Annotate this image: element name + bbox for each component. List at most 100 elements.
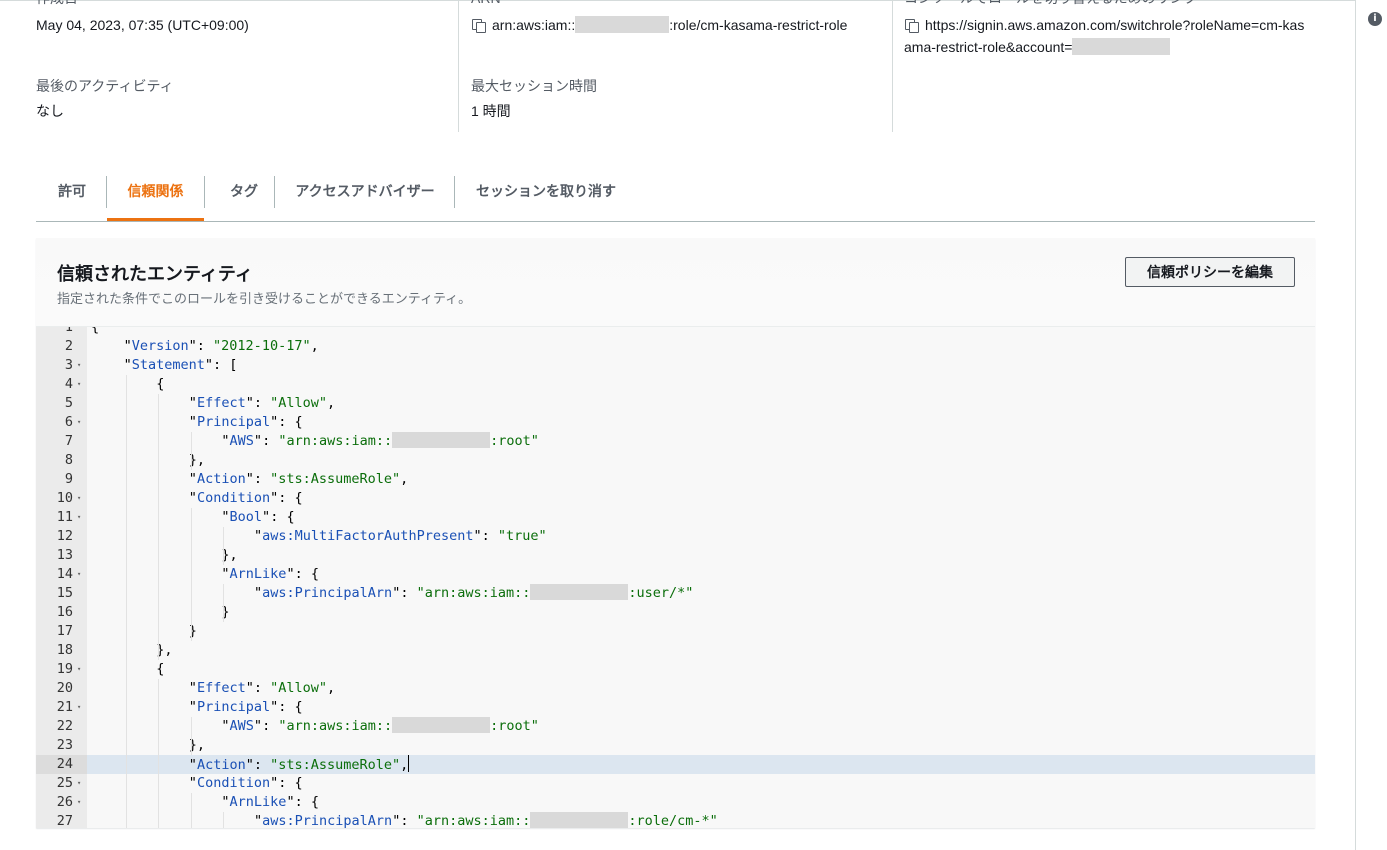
code-line[interactable]: 17} (36, 622, 1315, 641)
code-text: "AWS": "arn:aws:iam:::root" (221, 717, 539, 734)
tab-separator (454, 176, 455, 208)
edit-trust-policy-button[interactable]: 信頼ポリシーを編集 (1125, 257, 1295, 287)
code-line[interactable]: 19 ▾{ (36, 660, 1315, 679)
json-key: Effect (196, 395, 246, 411)
redacted-account-id (530, 584, 629, 600)
indent-guide (190, 508, 192, 641)
code-line[interactable]: 27 "aws:PrincipalArn": "arn:aws:iam:::rol… (36, 812, 1315, 828)
code-text: "ArnLike": { (221, 566, 319, 582)
line-number: 23 (56, 737, 73, 753)
code-text: "Bool": { (221, 509, 295, 525)
json-value: "sts:AssumeRole" (270, 757, 401, 773)
code-line[interactable]: 4 ▾{ (36, 375, 1315, 394)
json-key: Action (196, 757, 246, 773)
code-line[interactable]: 12 "aws:MultiFactorAuthPresent": "true" (36, 527, 1315, 546)
trust-policy-code-editor[interactable]: 1{2 "Version": "2012-10-17", 3 ▾ "Statement"… (36, 327, 1315, 828)
fold-toggle-icon: ▾ (77, 665, 82, 673)
code-line[interactable]: 21 ▾ "Principal": { (36, 698, 1315, 717)
tab-trust-relationships[interactable]: 信頼関係 (107, 168, 204, 221)
code-line[interactable]: 24 "Action": "sts:AssumeRole", (36, 755, 1315, 774)
json-value-prefix: "arn:aws:iam:: (416, 585, 531, 601)
code-line[interactable]: 6 ▾ "Principal": { (36, 413, 1315, 432)
max-session-value: 1 時間 (471, 103, 511, 119)
json-value-prefix: "arn:aws:iam:: (278, 433, 393, 449)
tab-permissions[interactable]: 許可 (46, 168, 98, 221)
code-text: "aws:PrincipalArn": "arn:aws:iam:::user/… (254, 584, 694, 601)
code-text: "Version": "2012-10-17", (123, 338, 319, 354)
redacted-account-id (392, 717, 491, 733)
text-cursor (408, 755, 410, 772)
json-value: "2012-10-17" (213, 338, 311, 354)
code-line[interactable]: 18}, (36, 641, 1315, 660)
json-value: "Allow" (270, 395, 328, 411)
tab-revoke-sessions[interactable]: セッションを取り消す (466, 168, 626, 221)
json-value-suffix: :root" (490, 718, 539, 734)
code-text: "Condition": { (188, 775, 303, 791)
code-line[interactable]: 16} (36, 603, 1315, 622)
code-line[interactable]: 20 "Effect": "Allow", (36, 679, 1315, 698)
tab-tags[interactable]: タグ (214, 168, 274, 221)
line-number: 8 (64, 452, 73, 468)
code-text: "Condition": { (188, 490, 303, 506)
copy-icon[interactable] (904, 18, 919, 33)
switch-link-value[interactable]: https://signin.aws.amazon.com/switchrole… (904, 14, 1324, 58)
code-line[interactable]: 15 "aws:PrincipalArn": "arn:aws:iam:::use… (36, 584, 1315, 603)
code-text: "Principal": { (188, 414, 303, 430)
json-key: AWS (229, 718, 254, 734)
copy-icon[interactable] (471, 18, 486, 33)
code-line[interactable]: 8}, (36, 451, 1315, 470)
code-line[interactable]: 9 "Action": "sts:AssumeRole", (36, 470, 1315, 489)
code-line[interactable]: 13}, (36, 546, 1315, 565)
json-key: Principal (196, 414, 271, 430)
json-key: Principal (196, 699, 271, 715)
info-icon[interactable]: i (1368, 12, 1382, 26)
code-text: "Effect": "Allow", (188, 395, 336, 411)
code-text: "Action": "sts:AssumeRole", (188, 755, 410, 773)
tab-access-advisor[interactable]: アクセスアドバイザー (286, 168, 444, 221)
summary-column-arn: ARN arn:aws:iam:::role/cm-kasama-restric… (458, 0, 878, 132)
code-line[interactable]: 14 ▾ "ArnLike": { (36, 565, 1315, 584)
code-line[interactable]: 26 ▾ "ArnLike": { (36, 793, 1315, 812)
redacted-account-id (530, 812, 629, 828)
code-line[interactable]: 11 ▾ "Bool": { (36, 508, 1315, 527)
code-line[interactable]: 3 ▾ "Statement": [ (36, 356, 1315, 375)
json-key: aws:PrincipalArn (262, 585, 393, 601)
switch-link-line1: https://signin.aws.amazon.com/switchrole… (925, 17, 1305, 33)
redacted-account-id (1072, 38, 1171, 55)
code-text: "AWS": "arn:aws:iam:::root" (221, 432, 539, 449)
redacted-account-id (392, 432, 491, 448)
code-line[interactable]: 2 "Version": "2012-10-17", (36, 337, 1315, 356)
code-line[interactable]: 23}, (36, 736, 1315, 755)
indent-guide (190, 717, 192, 755)
json-key: AWS (229, 433, 254, 449)
line-number: 16 (56, 604, 73, 620)
json-value: "sts:AssumeRole" (270, 471, 401, 487)
summary-column-switch-link: コンソールでロールを切り替えるためのリンク https://signin.aws… (892, 0, 1322, 132)
line-number: 22 (56, 718, 73, 734)
code-text: "Principal": { (188, 699, 303, 715)
code-line[interactable]: 7 "AWS": "arn:aws:iam:::root" (36, 432, 1315, 451)
line-number: 5 (64, 395, 73, 411)
tab-separator (274, 176, 275, 208)
line-number: 17 (56, 623, 73, 639)
switch-link-label: コンソールでロールを切り替えるためのリンク (904, 0, 1198, 8)
code-line[interactable]: 5 "Effect": "Allow", (36, 394, 1315, 413)
code-text: { (156, 376, 165, 392)
indent-guide (158, 394, 160, 660)
arn-value: arn:aws:iam:::role/cm-kasama-restrict-ro… (471, 14, 847, 36)
created-label: 作成日 (36, 0, 78, 8)
line-number: 12 (56, 528, 73, 544)
code-line[interactable]: 25 ▾ "Condition": { (36, 774, 1315, 793)
code-text: "Action": "sts:AssumeRole", (188, 471, 409, 487)
indent-guide (223, 812, 225, 828)
indent-guide (223, 527, 225, 565)
arn-suffix: :role/cm-kasama-restrict-role (669, 17, 848, 33)
code-line[interactable]: 1{ (36, 327, 1315, 337)
last-activity-label: 最後のアクティビティ (36, 78, 174, 94)
panel-title: 信頼されたエンティティ (57, 264, 253, 284)
code-line[interactable]: 10 ▾ "Condition": { (36, 489, 1315, 508)
max-session-label: 最大セッション時間 (471, 78, 597, 94)
fold-toggle-icon: ▾ (77, 570, 82, 578)
code-line[interactable]: 22 "AWS": "arn:aws:iam:::root" (36, 717, 1315, 736)
indent-guide (223, 584, 225, 622)
